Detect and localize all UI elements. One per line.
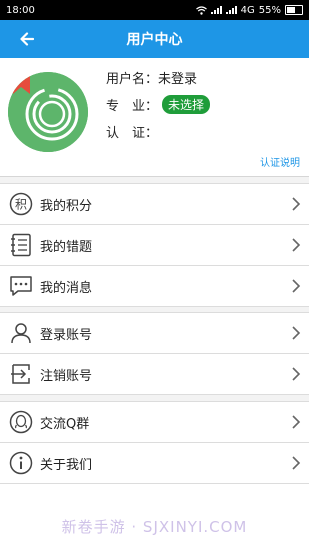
- chevron-right-icon: [292, 367, 301, 381]
- battery-fill: [287, 7, 295, 13]
- major-label: 专 业：: [106, 99, 159, 114]
- menu-item-logout[interactable]: 注销账号: [0, 354, 309, 395]
- menu-item-about-us[interactable]: 关于我们: [0, 443, 309, 484]
- username-value: 未登录: [158, 72, 198, 87]
- svg-text:积: 积: [15, 198, 27, 212]
- watermark-text: 新卷手游 · SJXINYI.COM: [61, 518, 248, 536]
- logout-icon: [7, 360, 35, 388]
- chevron-right-icon: [292, 326, 301, 340]
- major-select-button[interactable]: 未选择: [162, 95, 211, 114]
- page-title: 用户中心: [126, 32, 183, 48]
- menu-group-about: 交流Q群 关于我们: [0, 401, 309, 484]
- message-icon: [7, 272, 35, 300]
- cert-row: 认 证：: [106, 122, 158, 141]
- chevron-right-icon: [292, 238, 301, 252]
- status-time: 18:00: [6, 4, 35, 16]
- wifi-icon: [195, 5, 207, 15]
- menu-label: 注销账号: [40, 368, 93, 384]
- chevron-right-icon: [292, 279, 301, 293]
- menu-group-account-data: 积 我的积分 我的错题 我的消息: [0, 183, 309, 307]
- signal-icon: [210, 6, 222, 14]
- major-row: 专 业： 未选择: [106, 95, 211, 114]
- title-bar: 用户中心: [0, 20, 309, 58]
- menu-label: 我的积分: [40, 198, 93, 214]
- chevron-right-icon: [292, 415, 301, 429]
- menu-item-wrong-questions[interactable]: 我的错题: [0, 225, 309, 266]
- user-icon: [7, 319, 35, 347]
- status-bar: 18:00 4G 55%: [0, 0, 309, 20]
- status-indicators: 4G 55%: [195, 4, 303, 16]
- avatar[interactable]: [8, 72, 88, 152]
- arrow-left-icon: [20, 32, 34, 46]
- signal-icon-2: [225, 6, 237, 14]
- avatar-logo-icon: [8, 72, 88, 152]
- cert-info-link[interactable]: 认证说明: [260, 154, 300, 169]
- menu-label: 我的消息: [40, 280, 93, 296]
- chevron-right-icon: [292, 197, 301, 211]
- menu-label: 关于我们: [40, 457, 93, 473]
- menu-item-qq-group[interactable]: 交流Q群: [0, 402, 309, 443]
- back-button[interactable]: [10, 20, 44, 58]
- menu-item-login[interactable]: 登录账号: [0, 313, 309, 354]
- menu-group-login: 登录账号 注销账号: [0, 312, 309, 395]
- battery-icon: [285, 5, 303, 15]
- menu-item-points[interactable]: 积 我的积分: [0, 184, 309, 225]
- menu-item-messages[interactable]: 我的消息: [0, 266, 309, 307]
- username-row: 用户名： 未登录: [106, 68, 197, 87]
- info-icon: [7, 449, 35, 477]
- qq-icon: [7, 408, 35, 436]
- menu-label: 登录账号: [40, 327, 93, 343]
- notebook-icon: [7, 231, 35, 259]
- menu-label: 交流Q群: [40, 416, 90, 432]
- chevron-right-icon: [292, 456, 301, 470]
- cert-label: 认 证：: [106, 126, 159, 141]
- battery-percent: 55%: [258, 4, 281, 16]
- username-label: 用户名：: [106, 72, 159, 87]
- profile-section: 用户名： 未登录 专 业： 未选择 认 证： 认证说明: [0, 58, 309, 174]
- points-icon: 积: [7, 190, 35, 218]
- menu-label: 我的错题: [40, 239, 93, 255]
- network-type: 4G: [240, 4, 255, 16]
